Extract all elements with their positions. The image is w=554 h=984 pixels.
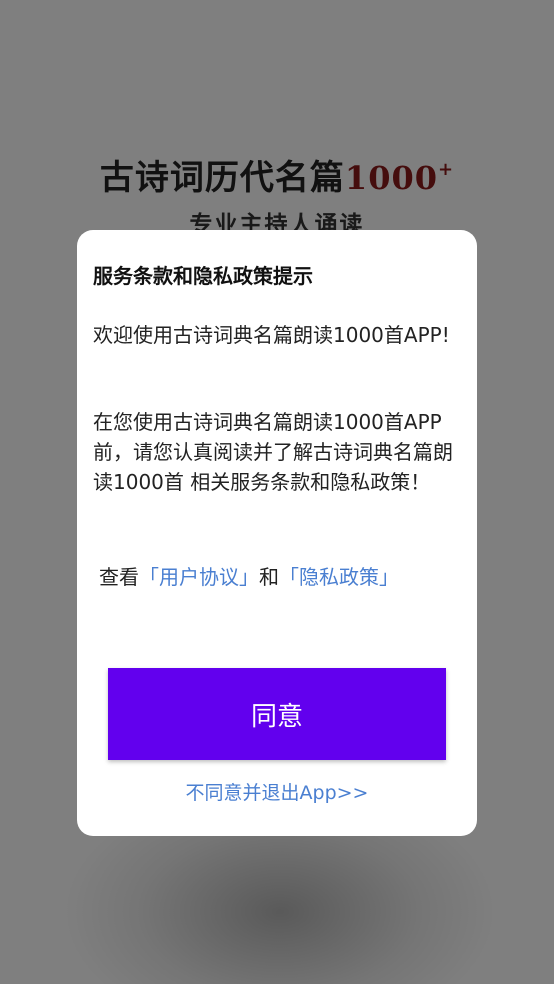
app-screen: 古诗词历代名篇1000+ 专业主持人诵读 服务条款和隐私政策提示 欢迎使用古诗词… [0, 0, 554, 984]
user-agreement-link[interactable]: 「用户协议」 [139, 565, 259, 589]
dialog-title: 服务条款和隐私政策提示 [93, 264, 313, 288]
privacy-policy-link[interactable]: 「隐私政策」 [279, 565, 399, 589]
privacy-dialog: 服务条款和隐私政策提示 欢迎使用古诗词典名篇朗读1000首APP! 在您使用古诗… [77, 230, 477, 836]
links-prefix: 查看 [99, 565, 139, 589]
disagree-exit-link[interactable]: 不同意并退出App>> [77, 778, 477, 805]
welcome-text: 欢迎使用古诗词典名篇朗读1000首APP! [93, 323, 450, 347]
policy-links: 查看「用户协议」和「隐私政策」 [99, 561, 399, 590]
links-and: 和 [259, 565, 279, 589]
notice-text: 在您使用古诗词典名篇朗读1000首APP前，请您认真阅读并了解古诗词典名篇朗读1… [93, 410, 453, 494]
agree-button[interactable]: 同意 [108, 668, 446, 760]
